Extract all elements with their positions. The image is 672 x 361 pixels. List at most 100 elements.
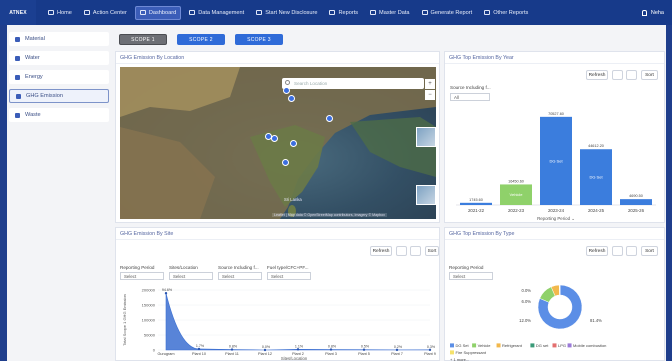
x-tick-label: Plant 10 [192,352,206,356]
refresh-button[interactable]: Refresh [370,246,392,256]
data-label: 12.0% [519,318,531,323]
legend-label: Mobile combustion [573,343,606,348]
nav-other-reports[interactable]: Other Reports [480,6,532,20]
nav-start-new-disclosure[interactable]: Start New Disclosure [252,6,321,20]
nav-label: Data Management [198,9,245,16]
data-label: 0.8% [328,345,337,349]
export-icon[interactable] [626,246,637,256]
sidebar-item-ghg-emission[interactable]: GHG Emission [9,89,109,103]
nav-generate-report[interactable]: Generate Report [418,6,477,20]
reporting-period-select[interactable]: Select [120,272,164,280]
nav-label: Other Reports [493,9,529,16]
other-reports-icon [484,10,491,15]
x-tick-label: 2024-25 [588,208,605,213]
cloud-icon [16,93,21,99]
sort-button[interactable]: Sort [641,70,658,80]
sort-button[interactable]: Sort [641,246,658,256]
bar-series-label: DG Set [589,175,603,180]
x-tick-label: Plant 7 [391,352,403,356]
map-marker[interactable] [283,87,290,94]
type-chart-card: GHG Top Emission By Type Refresh Sort Re… [444,227,665,361]
legend-swatch [472,343,477,348]
nav-master-data[interactable]: Master Data [366,6,413,20]
y-tick-label: 100000 [142,318,156,323]
data-point [296,348,300,351]
nav-label: Action Center [92,9,127,16]
map-marker[interactable] [282,159,289,166]
nav-label: Start New Disclosure [265,9,318,16]
legend-label: Vehicle [478,343,492,348]
table-view-icon[interactable] [396,246,407,256]
location-map[interactable]: Search Location + − Sri Lanka Leaflet | … [120,67,436,219]
sidebar-item-water[interactable]: Water [9,51,109,65]
legend-swatch [450,343,454,348]
x-tick-label: 2022-23 [508,208,525,213]
source-select[interactable]: Select [218,272,262,280]
fuel-type-select[interactable]: Select [267,272,311,280]
energy-icon [15,74,20,80]
data-label: 0.2% [394,345,403,349]
export-icon[interactable] [410,246,421,256]
source-filter-select[interactable]: All [450,93,490,101]
nav-home[interactable]: Home [44,6,76,20]
nav-reports[interactable]: Reports [325,6,362,20]
refresh-button[interactable]: Refresh [586,246,608,256]
brand-logo[interactable]: ATNEX [0,0,36,25]
map-search-input[interactable]: Search Location [282,78,424,89]
sidebar-item-label: Water [25,55,40,61]
refresh-button[interactable]: Refresh [586,70,608,80]
export-icon[interactable] [626,70,637,80]
nav-dashboard[interactable]: Dashboard [134,5,182,20]
legend-label: LPG [558,343,566,348]
site-location-select[interactable]: Select [169,272,213,280]
map-marker[interactable] [271,135,278,142]
sidebar-item-energy[interactable]: Energy [9,70,109,84]
data-label: 44612.20 [588,144,604,148]
nav-action-center[interactable]: Action Center [80,6,131,20]
map-card: GHG Emission By Location Search Location… [115,51,440,223]
nav-data-management[interactable]: Data Management [185,6,248,20]
sidebar-item-waste[interactable]: Waste [9,108,109,122]
table-view-icon[interactable] [612,70,623,80]
legend-swatch [530,343,535,348]
bar [620,199,652,205]
zoom-in-button[interactable]: + [425,79,435,89]
area-series [165,293,431,351]
data-label: 16450.60 [508,179,524,183]
x-tick-label: 2023-24 [548,208,565,213]
disclosure-icon [256,10,263,15]
x-axis-label: Sites/Location [281,356,308,361]
reporting-period-select[interactable]: Select [449,272,493,280]
tab-scope-3[interactable]: SCOPE 3 [235,34,283,45]
bar [460,202,492,205]
map-land [120,67,436,219]
zoom-out-button[interactable]: − [425,90,435,100]
tab-scope-2[interactable]: SCOPE 2 [177,34,225,45]
water-drop-icon [15,55,20,61]
user-menu[interactable]: Neha [641,0,664,25]
map-marker[interactable] [288,95,295,102]
bell-icon[interactable] [641,9,647,16]
data-label: 0.3% [427,345,436,349]
reports-icon [329,10,336,15]
x-tick-label: Plant 5 [358,352,370,356]
data-label: 4690.50 [629,194,643,198]
satellite-layer-thumbnail[interactable] [416,185,436,205]
tab-scope-1[interactable]: SCOPE 1 [119,34,167,45]
data-point [428,348,432,352]
nav-label: Dashboard [148,9,177,16]
data-label: 0.0% [262,345,271,349]
filter-label: Source Including f... [218,265,259,270]
sort-button[interactable]: Sort [425,246,439,256]
map-marker[interactable] [290,140,297,147]
search-icon [285,80,290,85]
year-chart-card: GHG Top Emission By Year Refresh Sort So… [444,51,665,223]
table-view-icon[interactable] [612,246,623,256]
sidebar-item-material[interactable]: Material [9,32,109,46]
sidebar: Material Water Energy GHG Emission Waste [7,25,111,361]
legend-more: + 1 more... [450,357,469,361]
map-marker[interactable] [326,115,333,122]
map-layer-thumbnail[interactable] [416,127,436,147]
card-title: GHG Emission By Site [116,228,439,240]
data-label: 1.1% [295,344,304,348]
